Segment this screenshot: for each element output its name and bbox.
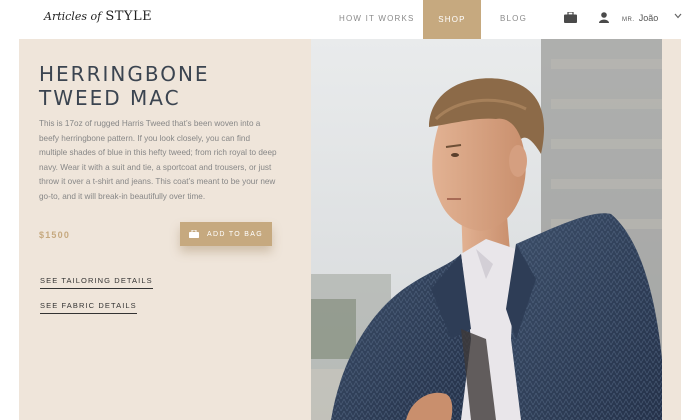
product-title: HERRINGBONE TWEED MAC [39,62,210,110]
user-first-name: João [638,13,659,23]
add-to-bag-button[interactable]: ADD TO BAG [180,222,272,246]
user-name[interactable]: MR. João [622,13,658,23]
tailoring-details-link[interactable]: SEE TAILORING DETAILS [40,276,153,289]
nav-blog[interactable]: BLOG [500,14,527,23]
nav-shop-label: SHOP [438,15,466,24]
bag-icon[interactable] [564,12,577,23]
user-prefix: MR. [622,17,635,23]
logo-caps: STYLE [105,9,153,24]
nav-shop[interactable]: SHOP [423,0,481,39]
product-price: $1500 [39,230,71,240]
chevron-down-icon[interactable] [674,13,682,19]
product-panel: HERRINGBONE TWEED MAC This is 17oz of ru… [19,39,311,420]
site-header: Articles of STYLE HOW IT WORKS SHOP BLOG… [0,0,700,39]
right-panel-strip [662,39,681,420]
bag-icon [189,230,200,238]
product-hero-image [311,39,662,420]
nav-how-it-works[interactable]: HOW IT WORKS [339,14,415,23]
product-description: This is 17oz of rugged Harris Tweed that… [39,119,277,201]
logo-script: Articles of [44,10,102,23]
user-icon[interactable] [599,12,609,23]
model-photo [311,39,662,420]
add-to-bag-label: ADD TO BAG [207,230,263,238]
fabric-details-link[interactable]: SEE FABRIC DETAILS [40,301,137,314]
logo[interactable]: Articles of STYLE [44,9,152,24]
